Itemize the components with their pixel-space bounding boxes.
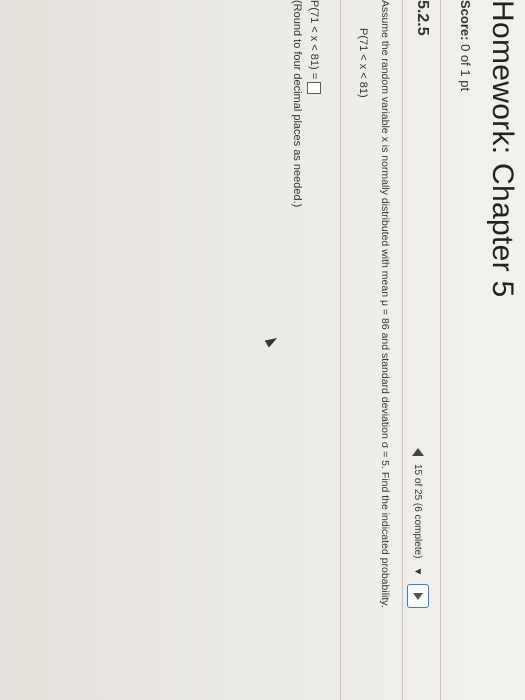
- answer-input[interactable]: [307, 82, 321, 95]
- score-value: 0 of 1 pt: [458, 44, 473, 92]
- next-question-button[interactable]: [407, 584, 429, 609]
- question-progress: 15 of 25 (6 complete): [412, 464, 424, 559]
- probability-expression: P(71 < x < 81): [357, 28, 369, 98]
- mouse-pointer-icon: [264, 334, 280, 348]
- score-label: Score:: [458, 0, 473, 41]
- rounding-hint: (Round to four decimal places as needed.…: [291, 0, 303, 208]
- header: Homework: Chapter 5 Score: 0 of 1 pt: [437, 0, 525, 700]
- divider: [402, 0, 403, 700]
- rotated-page: Homework: Chapter 5 Score: 0 of 1 pt 5.2…: [0, 0, 525, 700]
- answer-row: P(71 < x < 81) =: [307, 0, 321, 95]
- question-prompt: Assume the random variable x is normally…: [379, 0, 391, 608]
- question-number: 5.2.5: [414, 0, 431, 36]
- question-content: Assume the random variable x is normally…: [291, 0, 391, 700]
- next-arrow-icon: [413, 592, 423, 600]
- question-dropdown-icon[interactable]: ▼: [413, 567, 424, 577]
- divider: [340, 0, 341, 700]
- page-title: Homework: Chapter 5: [486, 0, 519, 298]
- divider: [440, 0, 441, 700]
- question-nav: 15 of 25 (6 complete) ▼: [407, 448, 429, 609]
- previous-question-button[interactable]: [412, 448, 424, 456]
- answer-label: P(71 < x < 81) =: [308, 0, 320, 80]
- score: Score: 0 of 1 pt: [458, 0, 473, 91]
